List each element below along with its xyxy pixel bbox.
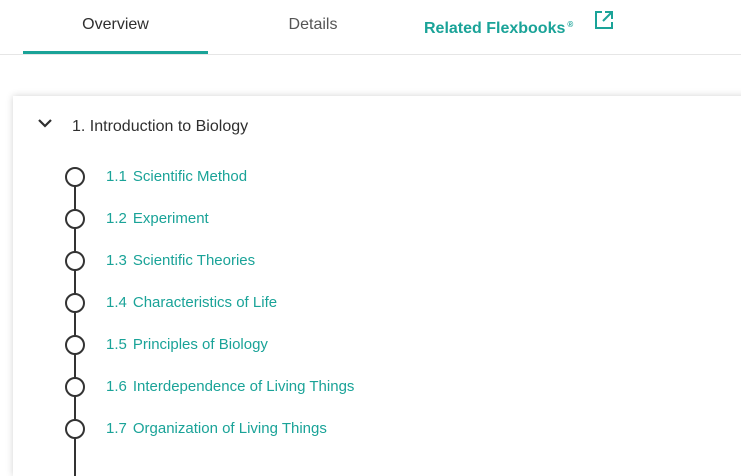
circle-step-icon [65, 335, 85, 355]
lesson-title: Scientific Theories [132, 252, 256, 269]
lesson-link[interactable]: 1.2 Experiment [106, 210, 209, 227]
external-link-icon[interactable] [594, 10, 614, 30]
lesson-link[interactable]: 1.7 Organization of Living Things [106, 420, 327, 437]
lesson-number: 1.5 [106, 336, 127, 353]
chapter-card: 1. Introduction to Biology 1.1 Scientific… [13, 96, 741, 476]
lesson-title: Organization of Living Things [132, 420, 327, 437]
active-tab-indicator [23, 51, 208, 54]
circle-step-icon [65, 167, 85, 187]
lesson-title: Interdependence of Living Things [132, 378, 355, 395]
tab-details-label: Details [288, 16, 338, 33]
lesson-item[interactable]: 1.5 Principles of Biology [65, 335, 565, 357]
lesson-number: 1.7 [106, 420, 127, 437]
lesson-title: Experiment [132, 210, 209, 227]
lesson-link[interactable]: 1.6 Interdependence of Living Things [106, 378, 354, 395]
lesson-title: Principles of Biology [132, 336, 268, 353]
circle-step-icon [65, 209, 85, 229]
circle-step-icon [65, 377, 85, 397]
circle-step-icon [65, 419, 85, 439]
lesson-number: 1.2 [106, 210, 127, 227]
lesson-number: 1.3 [106, 252, 127, 269]
tab-related-flexbooks[interactable]: Related Flexbooks ® [424, 0, 624, 54]
lesson-link[interactable]: 1.5 Principles of Biology [106, 336, 268, 353]
lesson-number: 1.1 [106, 168, 127, 185]
lesson-link[interactable]: 1.3 Scientific Theories [106, 252, 255, 269]
tab-bar: Overview Details Related Flexbooks ® [0, 0, 741, 55]
lesson-number: 1.6 [106, 378, 127, 395]
chevron-down-icon[interactable] [37, 118, 53, 130]
lesson-title: Scientific Method [132, 168, 248, 185]
lesson-item[interactable]: 1.2 Experiment [65, 209, 565, 231]
lesson-item[interactable]: 1.1 Scientific Method [65, 167, 565, 189]
circle-step-icon [65, 251, 85, 271]
tab-details[interactable]: Details [262, 0, 364, 54]
circle-step-icon [65, 293, 85, 313]
lesson-item[interactable]: 1.6 Interdependence of Living Things [65, 377, 565, 399]
lesson-item[interactable]: 1.3 Scientific Theories [65, 251, 565, 273]
tab-related-label: Related Flexbooks [424, 20, 566, 37]
tab-overview-label: Overview [82, 16, 149, 33]
chapter-title[interactable]: 1. Introduction to Biology [72, 118, 248, 136]
tab-overview[interactable]: Overview [23, 0, 208, 54]
lesson-link[interactable]: 1.4 Characteristics of Life [106, 294, 277, 311]
lesson-link[interactable]: 1.1 Scientific Method [106, 168, 247, 185]
lesson-item[interactable]: 1.4 Characteristics of Life [65, 293, 565, 315]
registered-mark: ® [567, 20, 574, 29]
lesson-number: 1.4 [106, 294, 127, 311]
lesson-item[interactable]: 1.7 Organization of Living Things [65, 419, 565, 441]
lesson-title: Characteristics of Life [132, 294, 278, 311]
